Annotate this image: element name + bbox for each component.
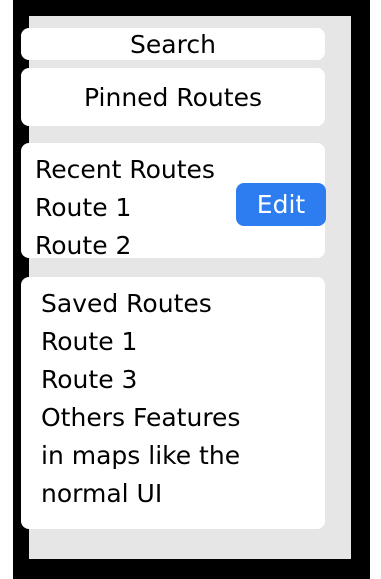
recent-route-item[interactable]: Route 2 xyxy=(35,227,325,265)
edit-button[interactable]: Edit xyxy=(236,183,326,226)
features-note-line: in maps like the xyxy=(41,441,241,470)
saved-routes-title: Saved Routes xyxy=(41,289,212,318)
saved-route-item[interactable]: Route 3 xyxy=(41,361,325,399)
search-label: Search xyxy=(130,29,216,59)
edit-button-label: Edit xyxy=(256,190,306,219)
saved-route-item[interactable]: Route 1 xyxy=(41,323,325,361)
pinned-routes-button[interactable]: Pinned Routes xyxy=(21,68,325,126)
search-bar[interactable]: Search xyxy=(21,28,325,60)
pinned-routes-label: Pinned Routes xyxy=(84,82,262,112)
saved-routes-card: Saved Routes Route 1 Route 3 Others Feat… xyxy=(21,277,325,529)
features-note-line: Others Features xyxy=(41,403,241,432)
features-note-line: normal UI xyxy=(41,479,163,508)
